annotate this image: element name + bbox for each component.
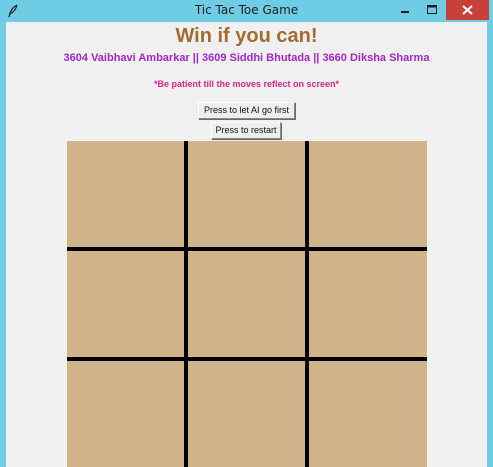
board-cell-5[interactable] (188, 251, 305, 357)
game-board (67, 141, 427, 467)
board-cell-6[interactable] (309, 251, 427, 357)
grid-line-vertical-1 (184, 141, 188, 467)
board-cell-4[interactable] (67, 251, 184, 357)
window-content: Win if you can! 3604 Vaibhavi Ambarkar |… (6, 22, 487, 467)
board-cell-7[interactable] (67, 361, 184, 467)
board-cell-3[interactable] (309, 141, 427, 247)
board-cell-1[interactable] (67, 141, 184, 247)
minimize-icon (401, 11, 409, 13)
close-icon (462, 5, 473, 15)
board-cell-9[interactable] (309, 361, 427, 467)
app-window: Tic Tac Toe Game Win if you can! 3604 Va… (0, 0, 493, 467)
board-cell-2[interactable] (188, 141, 305, 247)
ai-go-first-button[interactable]: Press to let AI go first (198, 102, 295, 119)
maximize-icon (427, 5, 437, 14)
grid-line-horizontal-1 (67, 247, 427, 251)
grid-line-vertical-2 (305, 141, 309, 467)
minimize-button[interactable] (392, 0, 418, 20)
maximize-button[interactable] (419, 0, 445, 20)
title-bar[interactable]: Tic Tac Toe Game (0, 0, 493, 22)
close-button[interactable] (446, 0, 489, 20)
board-cell-8[interactable] (188, 361, 305, 467)
game-heading: Win if you can! (175, 25, 318, 47)
restart-button[interactable]: Press to restart (211, 122, 281, 139)
grid-line-horizontal-2 (67, 357, 427, 361)
patience-note: *Be patient till the moves reflect on sc… (153, 79, 340, 89)
authors-line: 3604 Vaibhavi Ambarkar || 3609 Siddhi Bh… (63, 52, 430, 64)
